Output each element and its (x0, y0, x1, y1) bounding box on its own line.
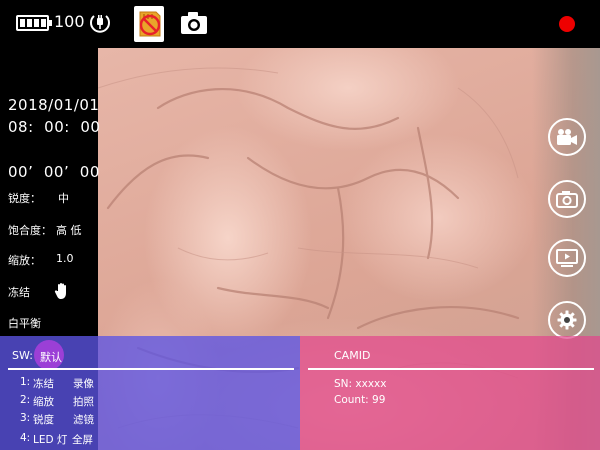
sharpness-label: 锐度： (8, 192, 41, 205)
camera-icon (556, 191, 578, 208)
menu-item-sharpness[interactable]: 锐度 (33, 412, 54, 427)
recording-dot-icon (559, 16, 575, 32)
menu-num-2: 2: (20, 394, 31, 406)
hand-icon[interactable] (54, 282, 70, 300)
sw-label: SW: (12, 349, 33, 362)
capture-count: Count: 99 (334, 394, 386, 406)
elapsed-timer: 00’ 00’ 00 (8, 163, 100, 181)
divider (8, 368, 294, 370)
sw-mode-value[interactable]: 默认 (40, 349, 62, 365)
sd-card-missing-icon (134, 6, 164, 42)
top-status-bar: 100 (0, 0, 600, 48)
date-display: 2018/01/01 (8, 96, 100, 114)
settings-gear-icon (557, 310, 577, 330)
time-display: 08: 00: 00 (8, 118, 101, 136)
playback-icon (556, 249, 578, 267)
video-camera-icon (557, 129, 577, 145)
snapshot-button[interactable] (548, 180, 586, 218)
menu-num-3: 3: (20, 412, 31, 424)
divider (308, 368, 594, 370)
zoom-label: 缩放： (8, 254, 41, 267)
menu-item-record[interactable]: 录像 (73, 376, 94, 391)
playback-button[interactable] (548, 239, 586, 277)
settings-button[interactable] (548, 301, 586, 339)
menu-num-4: 4: (20, 432, 31, 444)
battery-full-icon (16, 15, 52, 31)
freeze-label: 冻结 (8, 286, 30, 299)
menu-item-filter[interactable]: 滤镜 (73, 412, 94, 427)
camera-icon[interactable] (180, 11, 208, 35)
plug-icon (90, 15, 110, 33)
menu-item-fullscreen[interactable]: 全屏 (72, 432, 93, 447)
battery-level: 100 (54, 12, 85, 31)
sharpness-value[interactable]: 中 (58, 190, 69, 206)
saturation-label: 饱合度： (8, 224, 52, 237)
saturation-value[interactable]: 高 低 (56, 222, 82, 238)
video-record-button[interactable] (548, 118, 586, 156)
menu-num-1: 1: (20, 376, 31, 388)
menu-item-freeze[interactable]: 冻结 (33, 376, 54, 391)
white-balance-label[interactable]: 白平衡 (8, 315, 41, 331)
sw-button-panel: SW: 默认 1: 冻结 录像 2: 缩放 拍照 3: 锐度 滤镜 4: LED… (0, 336, 300, 450)
camid-panel: CAMID SN: xxxxx Count: 99 (300, 336, 600, 450)
menu-item-led[interactable]: LED 灯 (33, 432, 67, 447)
menu-item-photo[interactable]: 拍照 (73, 394, 94, 409)
zoom-value[interactable]: 1.0 (56, 252, 74, 265)
serial-number: SN: xxxxx (334, 378, 387, 390)
menu-item-zoom[interactable]: 缩放 (33, 394, 54, 409)
camid-title: CAMID (334, 349, 371, 362)
